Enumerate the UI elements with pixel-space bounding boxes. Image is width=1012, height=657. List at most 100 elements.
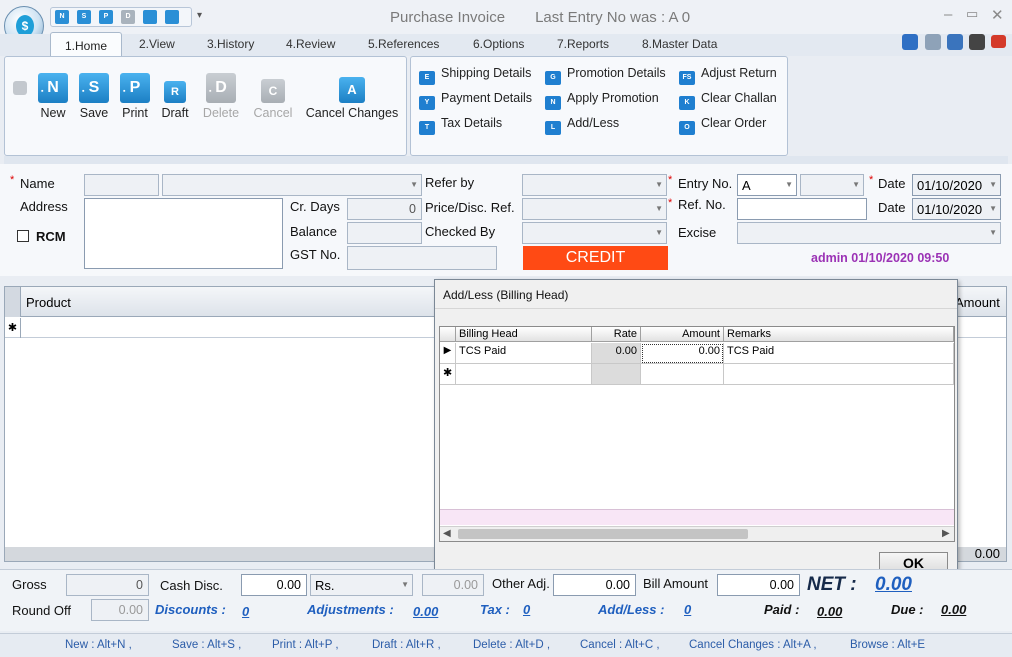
tab-view[interactable]: 2.View [139,37,175,51]
payment-icon: Y [419,96,435,110]
new-amount-cell[interactable] [641,364,724,385]
tax-link[interactable]: 0 [523,602,530,617]
horizontal-scrollbar[interactable]: ◀ ▶ [440,526,954,541]
bill-amount-label: Bill Amount [643,576,709,591]
scroll-thumb[interactable] [458,529,748,539]
qat-draft-icon[interactable]: D [121,10,135,24]
rate-column-header[interactable]: Rate [592,327,641,342]
amount-total: 0.00 [974,546,1000,561]
bill-amount-input[interactable]: 0.00 [717,574,800,596]
payment-details-link[interactable]: Y Payment Details [419,91,532,110]
new-remarks-cell[interactable] [724,364,954,385]
new-billing-head-cell[interactable] [456,364,592,385]
delete-button[interactable]: ▪ D Delete [199,73,243,120]
discounts-label: Discounts : [155,602,226,617]
tab-home[interactable]: 1.Home [50,32,123,57]
billing-head-column-header[interactable]: Billing Head [456,327,592,342]
name-code-input[interactable] [84,174,159,196]
minimize-icon[interactable]: – [944,6,952,23]
exit-icon[interactable] [991,35,1006,48]
gross-label: Gross [12,577,47,592]
tax-details-link[interactable]: T Tax Details [419,116,502,135]
print-button[interactable]: ▪ P Print [117,73,153,120]
remarks-cell[interactable]: TCS Paid [724,343,954,364]
tab-references[interactable]: 5.References [368,37,439,51]
tab-options[interactable]: 6.Options [473,37,524,51]
cr-days-input[interactable]: 0 [347,198,422,220]
qat-doc-icon[interactable] [143,10,157,24]
info-icon[interactable] [947,34,963,50]
support-icon[interactable] [925,34,941,50]
amount-column-header[interactable]: Amount [641,327,724,342]
qat-doc2-icon[interactable] [165,10,179,24]
net-label: NET : [807,574,857,595]
adjust-return-icon: FS [679,71,695,85]
cancel-button[interactable]: C Cancel [249,73,297,120]
cancel-changes-button[interactable]: A Cancel Changes [303,73,401,120]
rate-cell[interactable]: 0.00 [592,343,641,364]
help-icon[interactable] [902,34,918,50]
date-picker[interactable]: 01/10/2020 ▼ [912,174,1001,196]
admin-stamp: admin 01/10/2020 09:50 [811,251,950,265]
tab-history[interactable]: 3.History [207,37,254,51]
maximize-icon[interactable]: ▭ [966,6,978,22]
entry-no-label: Entry No. [678,176,733,191]
tab-review[interactable]: 4.Review [286,37,335,51]
rcm-checkbox[interactable] [17,230,29,242]
tax-icon: T [419,121,435,135]
billing-head-grid[interactable]: Billing Head Rate Amount Remarks ▶ TCS P… [439,326,955,542]
remarks-column-header[interactable]: Remarks [724,327,954,342]
price-ref-select[interactable]: ▼ [522,198,667,220]
add-less-total-link[interactable]: 0 [684,602,691,617]
excise-label: Excise [678,225,717,240]
discounts-link[interactable]: 0 [242,604,249,619]
tab-reports[interactable]: 7.Reports [557,37,609,51]
shortcut-delete: Delete : Alt+D , [473,639,551,651]
qat-save-icon[interactable]: S [77,10,91,24]
address-textarea[interactable] [84,198,283,269]
close-icon[interactable]: ✕ [991,6,1004,24]
entry-no-select[interactable]: ▼ [800,174,864,196]
billing-head-cell[interactable]: TCS Paid [456,343,592,364]
row-selector-icon: ▶ [440,343,456,364]
apply-promotion-link[interactable]: N Apply Promotion [545,91,659,110]
other-adj-input[interactable]: 0.00 [553,574,636,596]
refer-by-select[interactable]: ▼ [522,174,667,196]
amount-column-header[interactable]: Amount [955,295,1000,310]
add-less-link[interactable]: L Add/Less [545,116,619,135]
entry-series-select[interactable]: A ▼ [737,174,797,196]
adjust-return-link[interactable]: FS Adjust Return [679,66,777,85]
name-select[interactable]: ▼ [162,174,422,196]
new-rate-cell[interactable] [592,364,641,385]
cash-disc-unit-select[interactable]: Rs. ▼ [310,574,413,596]
promotion-details-link[interactable]: G Promotion Details [545,66,666,85]
lock-icon[interactable] [13,81,27,95]
round-off-field: 0.00 [91,599,149,621]
rcm-label: RCM [36,229,66,244]
adjustments-link[interactable]: 0.00 [413,604,438,619]
save-icon: ▪ S [79,73,109,103]
ref-date-picker[interactable]: 01/10/2020 ▼ [912,198,1001,220]
new-button[interactable]: ▪ N New [35,73,71,120]
cash-disc-input[interactable]: 0.00 [241,574,307,596]
shipping-details-link[interactable]: E Shipping Details [419,66,531,85]
notes-icon[interactable] [969,34,985,50]
product-column-header[interactable]: Product [26,295,71,310]
draft-button[interactable]: R Draft [158,73,192,120]
qat-customize-icon[interactable]: ▾ [197,10,202,21]
dialog-title: Add/Less (Billing Head) [443,288,569,302]
save-button[interactable]: ▪ S Save [76,73,112,120]
amount-cell[interactable]: 0.00 [641,343,724,364]
excise-select[interactable]: ▼ [737,222,1001,244]
clear-challan-link[interactable]: K Clear Challan [679,91,777,110]
scroll-right-icon[interactable]: ▶ [942,528,950,539]
ref-no-input[interactable] [737,198,867,220]
qat-print-icon[interactable]: P [99,10,113,24]
clear-order-link[interactable]: O Clear Order [679,116,766,135]
credit-button[interactable]: CREDIT [523,246,668,270]
qat-new-icon[interactable]: N [55,10,69,24]
shortcut-print: Print : Alt+P , [272,639,339,651]
checked-by-select[interactable]: ▼ [522,222,667,244]
scroll-left-icon[interactable]: ◀ [443,528,451,539]
tab-master-data[interactable]: 8.Master Data [642,37,717,51]
